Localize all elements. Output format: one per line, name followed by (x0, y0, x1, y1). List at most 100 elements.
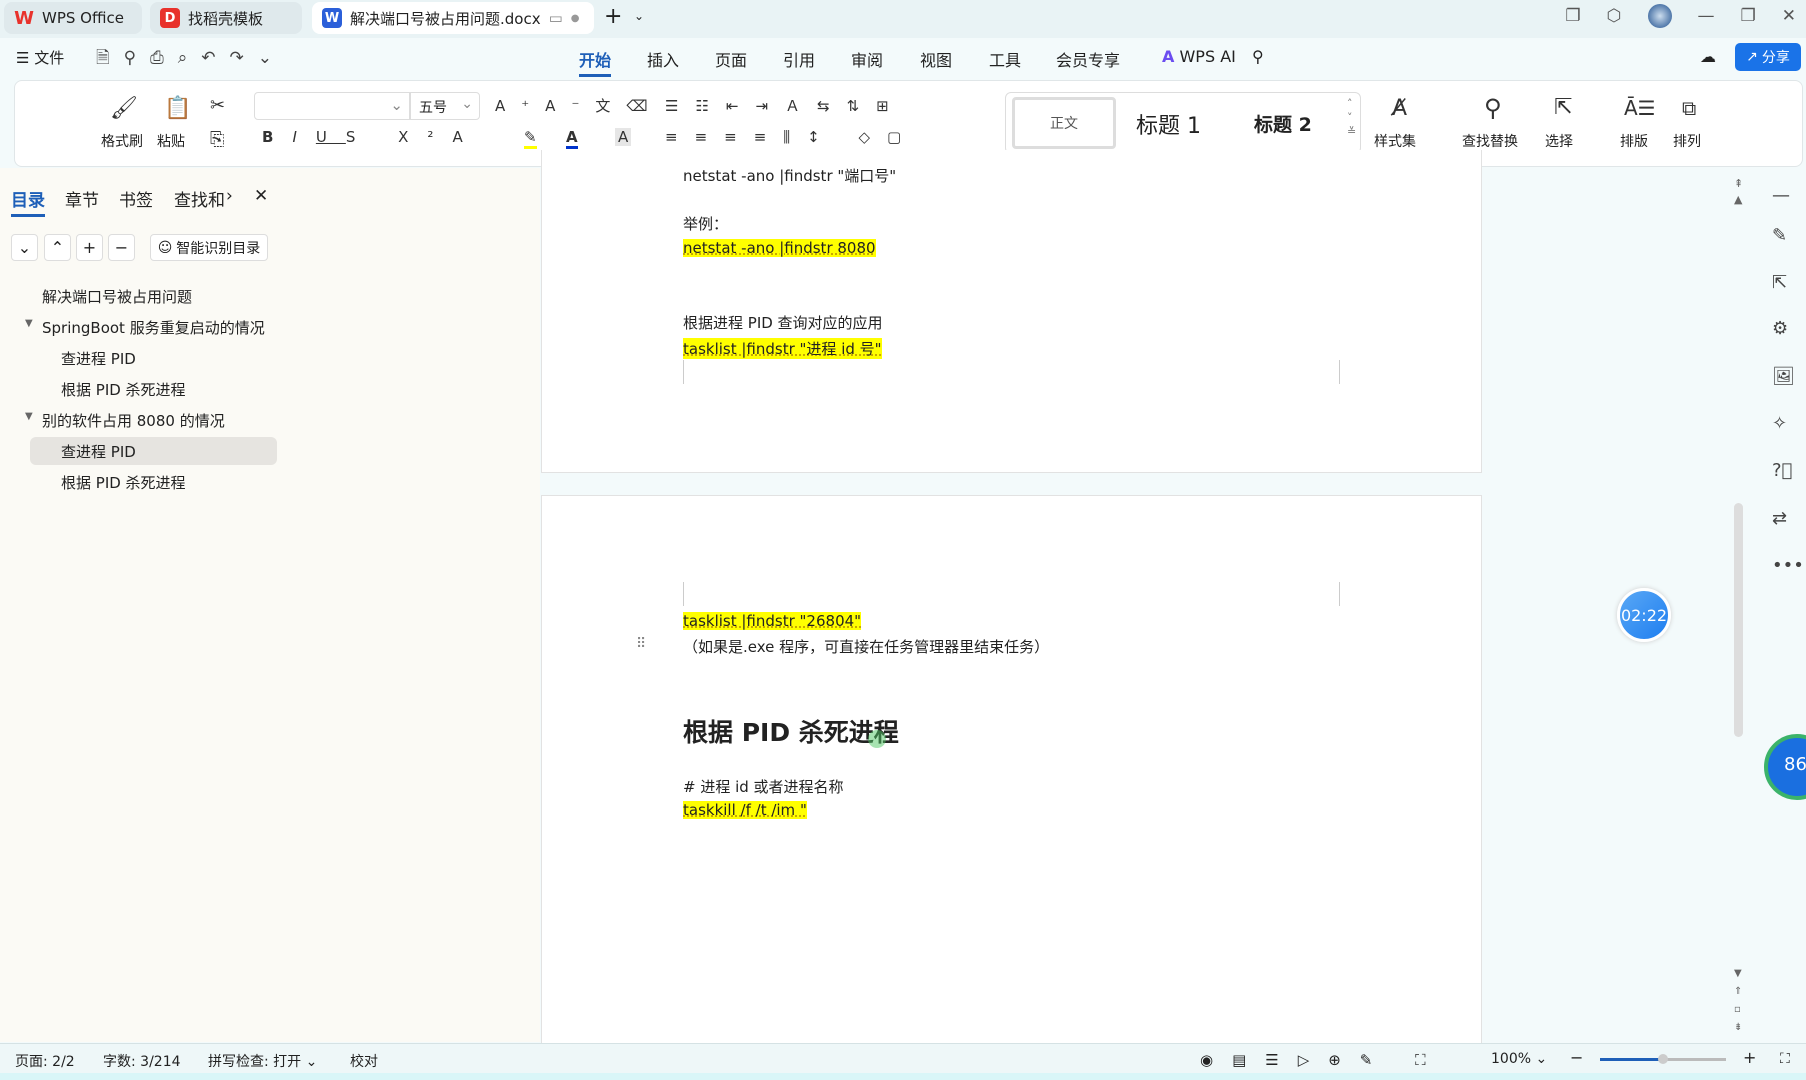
translate-icon[interactable]: ⇄ (1772, 508, 1787, 529)
arrange-icon[interactable]: ⧉ (1682, 96, 1696, 120)
timer-widget[interactable]: 02:22 (1617, 588, 1671, 642)
close-icon[interactable]: ✕ (1782, 6, 1796, 26)
restore-icon[interactable]: ❐ (1741, 6, 1756, 26)
tab-wps-office[interactable]: W WPS Office (4, 2, 142, 34)
toc-item[interactable]: 根据 PID 杀死进程 (61, 379, 186, 400)
cut-icon[interactable]: ✂ (210, 95, 225, 116)
toc-item[interactable]: SpringBoot 服务重复启动的情况 (42, 317, 265, 338)
select-label[interactable]: 选择 (1545, 131, 1573, 151)
scroll-bottom-icons[interactable]: ▼ ⇑ ▫ ⇟ (1734, 965, 1742, 1037)
doc-code-highlight[interactable]: tasklist |findstr "进程 id 号" (683, 338, 882, 359)
style-heading1[interactable]: 标题 1 (1136, 108, 1201, 140)
find-replace-label[interactable]: 查找替换 (1462, 131, 1518, 151)
select-cursor-icon[interactable]: ⇱ (1554, 95, 1572, 120)
minimize-icon[interactable]: — (1698, 6, 1715, 26)
menu-tools[interactable]: 工具 (989, 47, 1021, 71)
help-icon[interactable]: ?⃝ (1772, 460, 1792, 481)
view-mode-icons[interactable]: ◉▤☰▷⊕✎ ⛶ (1200, 1051, 1445, 1069)
menu-insert[interactable]: 插入 (647, 47, 679, 71)
smart-toc-button[interactable]: ☺ 智能识别目录 (150, 234, 268, 261)
doc-code-highlight[interactable]: netstat -ano |findstr 8080 (683, 239, 876, 257)
zoom-slider[interactable] (1600, 1054, 1726, 1064)
window-mode-icon[interactable]: ❐ (1565, 6, 1580, 26)
scrollbar-thumb[interactable] (1734, 503, 1743, 737)
proofread-button[interactable]: 校对 (350, 1051, 378, 1071)
doc-line[interactable]: # 进程 id 或者进程名称 (683, 776, 844, 797)
menu-review[interactable]: 审阅 (851, 47, 883, 71)
font-name-select[interactable]: ⌄ (254, 92, 410, 120)
style-normal[interactable]: 正文 (1012, 97, 1116, 149)
fullscreen-icon[interactable]: ⛶ (1780, 1051, 1790, 1067)
arrange-label[interactable]: 排列 (1673, 131, 1701, 151)
cursor-icon[interactable]: ⇱ (1772, 272, 1787, 293)
align-icons[interactable]: ≡≡≡≡⫼↕ ◇▢ (665, 128, 918, 146)
add-heading-button[interactable]: + (76, 234, 103, 261)
wps-ai-button[interactable]: A WPS AI (1162, 47, 1236, 66)
scroll-top-icons[interactable]: ⇞ ▲ (1734, 176, 1743, 208)
zoom-slider-handle[interactable] (1658, 1054, 1668, 1064)
paste-label[interactable]: 粘贴 (157, 131, 185, 151)
highlight-icon[interactable]: ✎ (524, 128, 537, 149)
doc-line[interactable]: （如果是.exe 程序，可直接在任务管理器里结束任务） (683, 636, 1049, 657)
toc-item[interactable]: 解决端口号被占用问题 (42, 286, 192, 307)
collapse-up-button[interactable]: ⌃ (44, 234, 71, 261)
sidebar-tab-sections[interactable]: 章节 (65, 186, 99, 211)
remove-heading-button[interactable]: − (108, 234, 135, 261)
style-heading2[interactable]: 标题 2 (1254, 110, 1312, 137)
sidebar-tab-find[interactable]: 查找和 (174, 186, 225, 211)
format-painter-icon[interactable]: 🖌 (110, 96, 138, 121)
collapse-panel-icon[interactable]: — (1772, 185, 1790, 206)
toc-item-selected[interactable]: 查进程 PID (61, 441, 136, 462)
copy-icon[interactable]: ⎘ (210, 129, 224, 150)
spell-check[interactable]: 拼写检查: 打开 ⌄ (208, 1051, 317, 1071)
progress-widget[interactable]: 86% (1764, 734, 1806, 800)
menu-member[interactable]: 会员专享 (1056, 47, 1120, 71)
menu-reference[interactable]: 引用 (783, 47, 815, 71)
chevron-right-icon[interactable]: › (226, 186, 233, 206)
toc-item[interactable]: 别的软件占用 8080 的情况 (42, 410, 225, 431)
cube-icon[interactable]: ⬡ (1607, 6, 1622, 26)
expand-down-button[interactable]: ⌄ (11, 234, 38, 261)
font-color-icon[interactable]: A (566, 128, 578, 149)
tools-icon[interactable]: ✧ (1772, 413, 1787, 434)
style-set-icon[interactable]: A̸ (1392, 96, 1407, 121)
paragraph-tools-icons[interactable]: ☰☷⇤⇥Ａ⇆⇅⊞ (665, 95, 906, 116)
more-icon[interactable]: ••• (1772, 555, 1804, 576)
pen-icon[interactable]: ✎ (1772, 225, 1787, 246)
monitor-icon[interactable]: ▭ (549, 9, 563, 27)
close-sidebar-icon[interactable]: ✕ (254, 186, 268, 206)
zoom-out-icon[interactable]: − (1570, 1048, 1583, 1067)
toc-item[interactable]: 根据 PID 杀死进程 (61, 472, 186, 493)
style-scroll-icons[interactable]: ˄ ˅ ≚ (1347, 97, 1356, 139)
font-tools-icons[interactable]: A⁺A⁻文⌫ (495, 95, 664, 116)
sidebar-tab-toc[interactable]: 目录 (11, 186, 45, 217)
find-icon[interactable]: ⚲ (1484, 94, 1502, 122)
char-shading-icon[interactable]: A (615, 128, 632, 146)
doc-line[interactable]: netstat -ano |findstr "端口号" (683, 165, 896, 186)
paste-icon[interactable]: 📋 (164, 96, 191, 121)
sidebar-tab-bookmarks[interactable]: 书签 (119, 186, 153, 211)
zoom-in-icon[interactable]: + (1743, 1048, 1756, 1067)
menu-start[interactable]: 开始 (579, 47, 612, 77)
font-size-select[interactable]: 五号 ⌄ (410, 92, 480, 120)
expand-triangle-icon[interactable]: ▼ (25, 411, 33, 422)
word-count[interactable]: 字数: 3/214 (103, 1051, 181, 1071)
zoom-level[interactable]: 100% ⌄ (1491, 1051, 1547, 1067)
format-painter-label[interactable]: 格式刷 (101, 131, 143, 151)
new-tab-icon[interactable]: + (604, 4, 622, 29)
tab-document[interactable]: W 解决端口号被占用问题.docx ▭ ● (312, 2, 594, 34)
char-format-icons[interactable]: BIUS X²A (262, 128, 482, 146)
sliders-icon[interactable]: ⚙ (1772, 318, 1788, 339)
chevron-down-icon[interactable]: ⌄ (634, 9, 644, 23)
doc-line[interactable]: 举例： (683, 213, 728, 234)
style-set-label[interactable]: 样式集 (1374, 131, 1416, 151)
layout-label[interactable]: 排版 (1620, 131, 1648, 151)
doc-code-highlight[interactable]: taskkill /f /t /im " (683, 801, 807, 819)
doc-line[interactable]: 根据进程 PID 查询对应的应用 (683, 312, 883, 333)
tab-docer[interactable]: D 找稻壳模板 (150, 2, 302, 34)
search-icon[interactable]: ⚲ (1252, 47, 1264, 66)
menu-page[interactable]: 页面 (715, 47, 747, 71)
share-button[interactable]: ↗ 分享 (1735, 43, 1801, 71)
chat-icon[interactable]: ☁ (1700, 47, 1716, 66)
doc-heading[interactable]: 根据 PID 杀死进程 (683, 713, 899, 749)
